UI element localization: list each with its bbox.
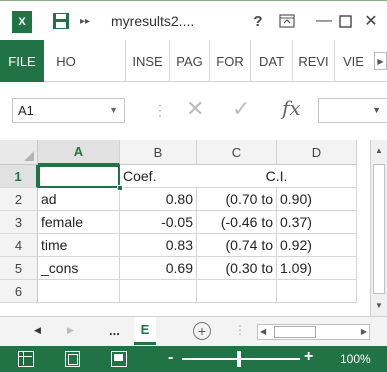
chevron-down-icon[interactable]: ▼	[372, 105, 381, 115]
window-title: myresults2....	[111, 13, 195, 29]
tab-insert[interactable]: INSE	[126, 40, 169, 82]
chevron-down-icon[interactable]: ▼	[109, 105, 118, 115]
cell-a3[interactable]: female	[38, 211, 120, 234]
cell-a4[interactable]: time	[38, 234, 120, 257]
page-break-preview-icon[interactable]	[111, 351, 127, 367]
sheet-tab-bar: ◀ ▶ ... E + ⋮ ◀ ▶	[0, 316, 387, 346]
column-header-b[interactable]: B	[120, 140, 197, 165]
row-header-2[interactable]: 2	[0, 188, 38, 211]
cell-c1[interactable]: C.I.	[197, 165, 357, 188]
next-sheet-icon[interactable]: ▶	[67, 325, 74, 336]
cell-c2[interactable]: (0.70 to	[197, 188, 277, 211]
enter-check-icon[interactable]: ✓	[232, 96, 250, 122]
name-box-value: A1	[18, 103, 34, 118]
new-sheet-button[interactable]: +	[193, 322, 211, 340]
status-bar: - + 100%	[0, 346, 387, 372]
cell-b1[interactable]: Coef.	[120, 165, 197, 188]
cell-b2[interactable]: 0.80	[120, 188, 197, 211]
ribbon-scroll-right-icon[interactable]: ▶	[374, 52, 387, 70]
formula-input[interactable]: ▼	[318, 98, 387, 123]
cell-a1[interactable]	[38, 165, 120, 188]
previous-sheet-icon[interactable]: ◀	[34, 325, 41, 336]
excel-logo-icon: X	[12, 11, 32, 33]
cancel-icon[interactable]: ✕	[186, 96, 204, 122]
tab-formulas[interactable]: FOR	[210, 40, 250, 82]
formula-bar-grip-icon[interactable]: ⋮	[153, 102, 167, 119]
spreadsheet-grid: A B C D 1 2 3 4 5 6 Coef. C.I. ad 0.80 (…	[0, 140, 387, 316]
select-all-triangle-icon	[24, 151, 34, 161]
vertical-scrollbar[interactable]: ▲ ▼	[370, 140, 387, 316]
tab-review[interactable]: REVI	[293, 40, 334, 82]
zoom-level[interactable]: 100%	[340, 352, 371, 366]
row-header-6[interactable]: 6	[0, 280, 38, 303]
tab-file[interactable]: FILE	[0, 40, 44, 82]
title-bar: X ▸▸ myresults2.... ? — ✕	[0, 0, 387, 40]
normal-view-icon[interactable]	[18, 351, 34, 367]
name-box[interactable]: A1 ▼	[12, 98, 125, 123]
cell-d3[interactable]: 0.37)	[277, 211, 357, 234]
cell-a2[interactable]: ad	[38, 188, 120, 211]
cell-c5[interactable]: (0.30 to	[197, 257, 277, 280]
tab-data[interactable]: DAT	[251, 40, 292, 82]
cell-a6[interactable]	[38, 280, 120, 303]
page-layout-view-icon[interactable]	[65, 351, 80, 367]
insert-function-button[interactable]: fx	[282, 96, 301, 120]
row-header-4[interactable]: 4	[0, 234, 38, 257]
close-icon[interactable]: ✕	[361, 10, 381, 32]
help-button[interactable]: ?	[248, 10, 268, 32]
quick-access-more-icon[interactable]: ▸▸	[78, 10, 92, 32]
cell-d6[interactable]	[277, 280, 357, 303]
cell-b5[interactable]: 0.69	[120, 257, 197, 280]
more-sheets-button[interactable]: ...	[109, 323, 120, 338]
cell-a5[interactable]: _cons	[38, 257, 120, 280]
column-header-d[interactable]: D	[277, 140, 357, 165]
cell-c4[interactable]: (0.74 to	[197, 234, 277, 257]
select-all-button[interactable]	[0, 140, 38, 165]
horizontal-scrollbar[interactable]: ◀ ▶	[257, 324, 370, 340]
formula-bar-area: A1 ▼ ⋮ ✕ ✓ fx ▼	[0, 82, 387, 140]
cell-b3[interactable]: -0.05	[120, 211, 197, 234]
column-header-c[interactable]: C	[197, 140, 277, 165]
cell-d2[interactable]: 0.90)	[277, 188, 357, 211]
tab-page-layout[interactable]: PAG	[170, 40, 209, 82]
row-header-3[interactable]: 3	[0, 211, 38, 234]
fill-handle[interactable]	[117, 185, 123, 191]
scroll-up-icon[interactable]: ▲	[373, 143, 385, 157]
maximize-icon[interactable]	[335, 10, 355, 32]
column-header-a[interactable]: A	[38, 140, 120, 165]
scroll-left-icon[interactable]: ◀	[260, 327, 266, 336]
cell-b6[interactable]	[120, 280, 197, 303]
cell-c3[interactable]: (-0.46 to	[197, 211, 277, 234]
ribbon-tabs: FILE HO INSE PAG FOR DAT REVI VIE ▶	[0, 40, 387, 82]
minimize-icon[interactable]: —	[314, 10, 334, 32]
zoom-in-button[interactable]: +	[304, 348, 313, 366]
cell-d5[interactable]: 1.09)	[277, 257, 357, 280]
sheet-tab-active[interactable]: E	[134, 317, 156, 345]
ribbon-display-options-icon[interactable]	[277, 10, 297, 32]
horizontal-scroll-thumb[interactable]	[274, 326, 316, 338]
tab-home[interactable]: HO	[44, 40, 88, 82]
tab-split-grip-icon[interactable]: ⋮	[234, 323, 246, 337]
zoom-slider-track[interactable]	[182, 358, 300, 360]
row-header-5[interactable]: 5	[0, 257, 38, 280]
zoom-out-button[interactable]: -	[168, 349, 173, 367]
tab-view[interactable]: VIE	[335, 40, 372, 82]
vertical-scroll-thumb[interactable]	[373, 164, 385, 294]
cell-d4[interactable]: 0.92)	[277, 234, 357, 257]
cell-c6[interactable]	[197, 280, 277, 303]
zoom-slider-thumb[interactable]	[237, 351, 241, 367]
cell-b4[interactable]: 0.83	[120, 234, 197, 257]
row-header-1[interactable]: 1	[0, 165, 38, 188]
scroll-right-icon[interactable]: ▶	[361, 327, 367, 336]
scroll-down-icon[interactable]: ▼	[373, 298, 385, 312]
save-icon[interactable]	[52, 10, 70, 32]
